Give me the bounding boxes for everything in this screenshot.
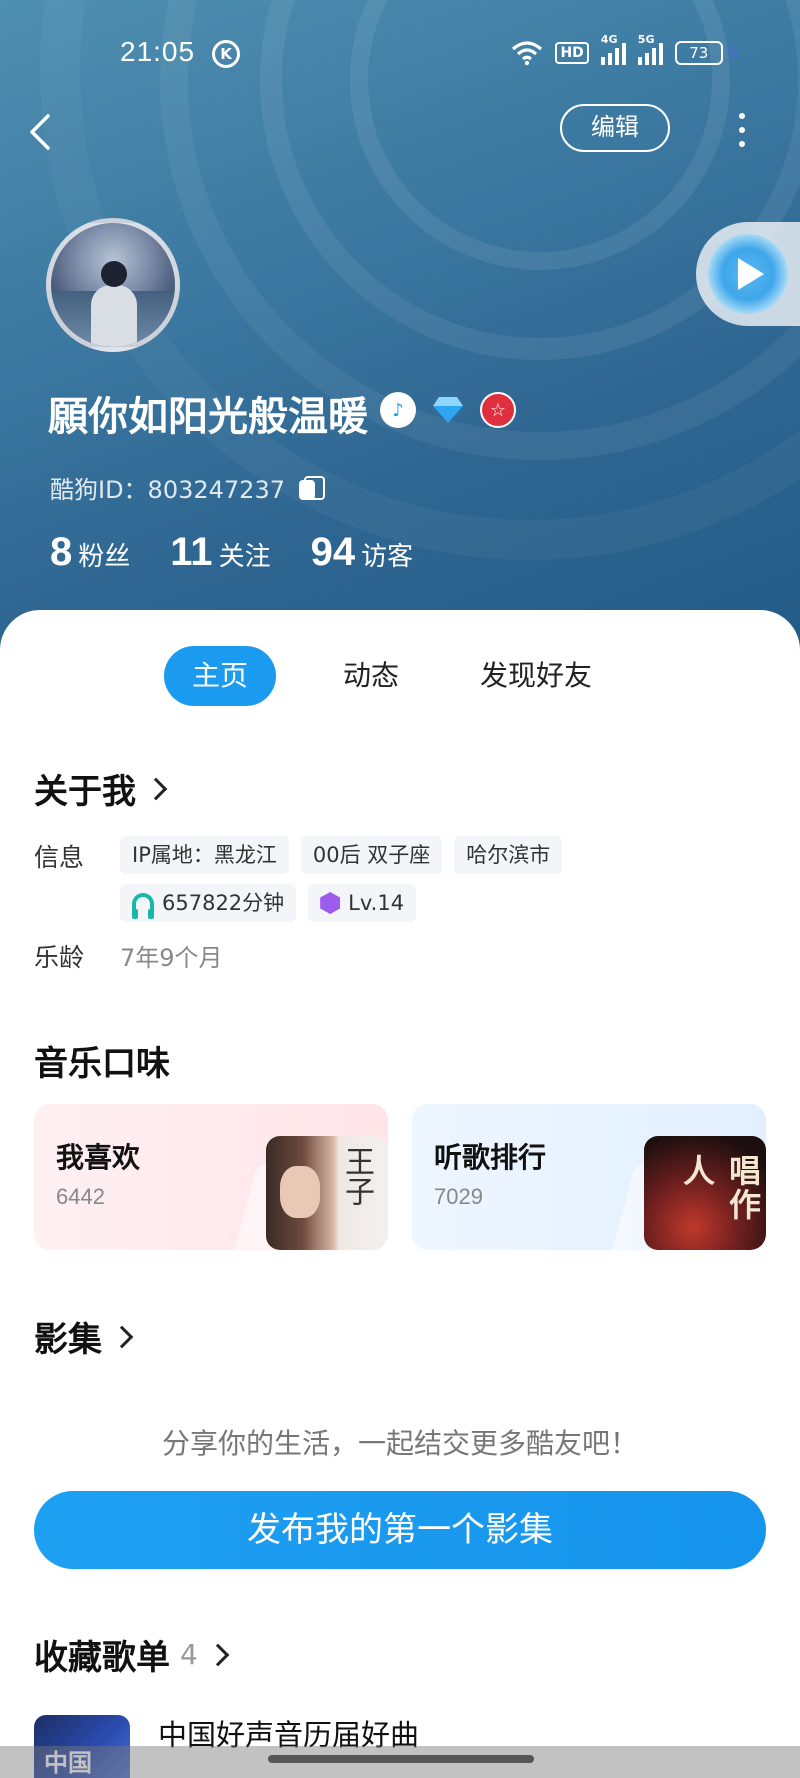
back-arrow-icon[interactable] xyxy=(22,112,62,152)
kugou-notification-icon: K xyxy=(212,40,240,68)
listening-rank-count: 7029 xyxy=(434,1184,483,1209)
now-playing-tab[interactable] xyxy=(696,222,800,326)
chevron-right-icon xyxy=(110,1325,134,1348)
username: 願你如阳光般温暖 xyxy=(48,394,368,440)
liked-songs-card[interactable]: 我喜欢 6442 王子 xyxy=(34,1104,388,1250)
info-label: 信息 xyxy=(34,843,85,872)
about-me-label: 关于我 xyxy=(34,772,136,812)
profile-content: 主页 动态 发现好友 关于我 信息 IP属地：黑龙江 00后 双子座 哈尔滨市 … xyxy=(0,610,800,1778)
listening-rank-cover: 唱作人 xyxy=(644,1136,766,1250)
listen-time-value: 657822分钟 xyxy=(162,891,285,915)
tab-discover-friends[interactable]: 发现好友 xyxy=(456,646,616,706)
hd-voice-icon: HD xyxy=(555,42,589,64)
stat-following[interactable]: 11 关注 xyxy=(170,530,270,575)
saved-playlists-count: 4 xyxy=(180,1638,198,1671)
liked-songs-title: 我喜欢 xyxy=(56,1141,141,1174)
listening-rank-card[interactable]: 听歌排行 7029 唱作人 xyxy=(412,1104,766,1250)
edit-profile-button[interactable]: 编辑 xyxy=(560,104,670,152)
more-options-icon[interactable] xyxy=(730,110,754,150)
user-id: 酷狗ID：803247237 xyxy=(50,476,285,504)
home-indicator[interactable] xyxy=(268,1755,534,1763)
copy-icon[interactable] xyxy=(298,475,325,500)
listen-time-chip: 657822分钟 xyxy=(120,884,297,922)
battery-icon: 73 xyxy=(674,41,723,65)
liked-songs-count: 6442 xyxy=(56,1184,105,1209)
music-taste-label: 音乐口味 xyxy=(34,1044,170,1084)
stat-fans-label: 粉丝 xyxy=(78,542,131,572)
signal-4g-icon: 4G xyxy=(600,33,626,65)
music-note-badge-icon[interactable]: ♪ xyxy=(380,392,416,428)
play-icon xyxy=(708,234,788,314)
star-badge-icon[interactable]: ☆ xyxy=(480,392,516,428)
stat-following-count: 11 xyxy=(170,530,213,574)
gallery-empty-tip: 分享你的生活，一起结交更多酷友吧！ xyxy=(161,1427,638,1460)
signal-5g-icon: 5G xyxy=(637,33,663,65)
tab-home[interactable]: 主页 xyxy=(164,646,276,706)
headphone-icon xyxy=(132,893,154,919)
listening-rank-title: 听歌排行 xyxy=(434,1141,547,1174)
stat-visitors-count: 94 xyxy=(310,530,356,574)
gallery-title[interactable]: 影集 xyxy=(34,1312,134,1361)
status-icons: HD 4G 5G 73 ϟ xyxy=(511,33,740,68)
stat-visitors-label: 访客 xyxy=(361,542,414,572)
info-chips-row: IP属地：黑龙江 00后 双子座 哈尔滨市 xyxy=(120,836,563,874)
stat-following-label: 关注 xyxy=(218,542,271,572)
city-chip: 哈尔滨市 xyxy=(454,836,563,874)
profile-stats: 8 粉丝 11 关注 94 访客 xyxy=(50,530,413,575)
info-chips-row-2: 657822分钟 Lv.14 xyxy=(120,884,417,922)
top-nav: 编辑 xyxy=(0,96,800,166)
level-hexagon-icon xyxy=(320,892,341,914)
gallery-label: 影集 xyxy=(34,1320,102,1360)
stat-visitors[interactable]: 94 访客 xyxy=(311,530,414,575)
status-time: 21:05 xyxy=(120,36,196,67)
about-me-title[interactable]: 关于我 xyxy=(34,764,168,813)
stat-fans[interactable]: 8 粉丝 xyxy=(50,530,130,575)
publish-gallery-button[interactable]: 发布我的第一个影集 xyxy=(34,1491,766,1569)
wifi-icon xyxy=(512,41,543,66)
status-bar: 21:05 K HD 4G 5G 73 ϟ xyxy=(0,0,800,106)
level-chip[interactable]: Lv.14 xyxy=(308,884,417,922)
music-taste-title: 音乐口味 xyxy=(34,1036,170,1085)
music-age-label: 乐龄 xyxy=(34,943,85,972)
level-value: Lv.14 xyxy=(348,891,405,915)
diamond-vip-badge-icon[interactable] xyxy=(430,392,466,428)
badge-list: ♪ ☆ xyxy=(380,392,516,428)
listening-rank-cover-text: 唱作人 xyxy=(678,1154,762,1222)
stat-fans-count: 8 xyxy=(50,530,73,574)
profile-header: 21:05 K HD 4G 5G 73 ϟ 编辑 願你如阳光般温暖 ♪ ☆ 酷狗… xyxy=(0,0,800,660)
music-age-value: 7年9个月 xyxy=(120,944,223,972)
ip-location-chip: IP属地：黑龙江 xyxy=(120,836,289,874)
tab-bar: 主页 动态 发现好友 xyxy=(164,646,616,706)
charging-icon: ϟ xyxy=(726,41,740,65)
liked-songs-cover: 王子 xyxy=(266,1136,388,1250)
saved-playlists-label: 收藏歌单 xyxy=(34,1638,170,1678)
saved-playlists-title[interactable]: 收藏歌单 4 xyxy=(34,1630,230,1679)
user-id-row: 酷狗ID：803247237 xyxy=(50,470,325,505)
age-zodiac-chip: 00后 双子座 xyxy=(300,836,443,874)
chevron-right-icon xyxy=(206,1643,230,1666)
chevron-right-icon xyxy=(144,777,168,800)
avatar[interactable] xyxy=(46,218,180,352)
liked-songs-cover-text: 王子 xyxy=(339,1146,374,1206)
tab-feed[interactable]: 动态 xyxy=(296,646,446,706)
